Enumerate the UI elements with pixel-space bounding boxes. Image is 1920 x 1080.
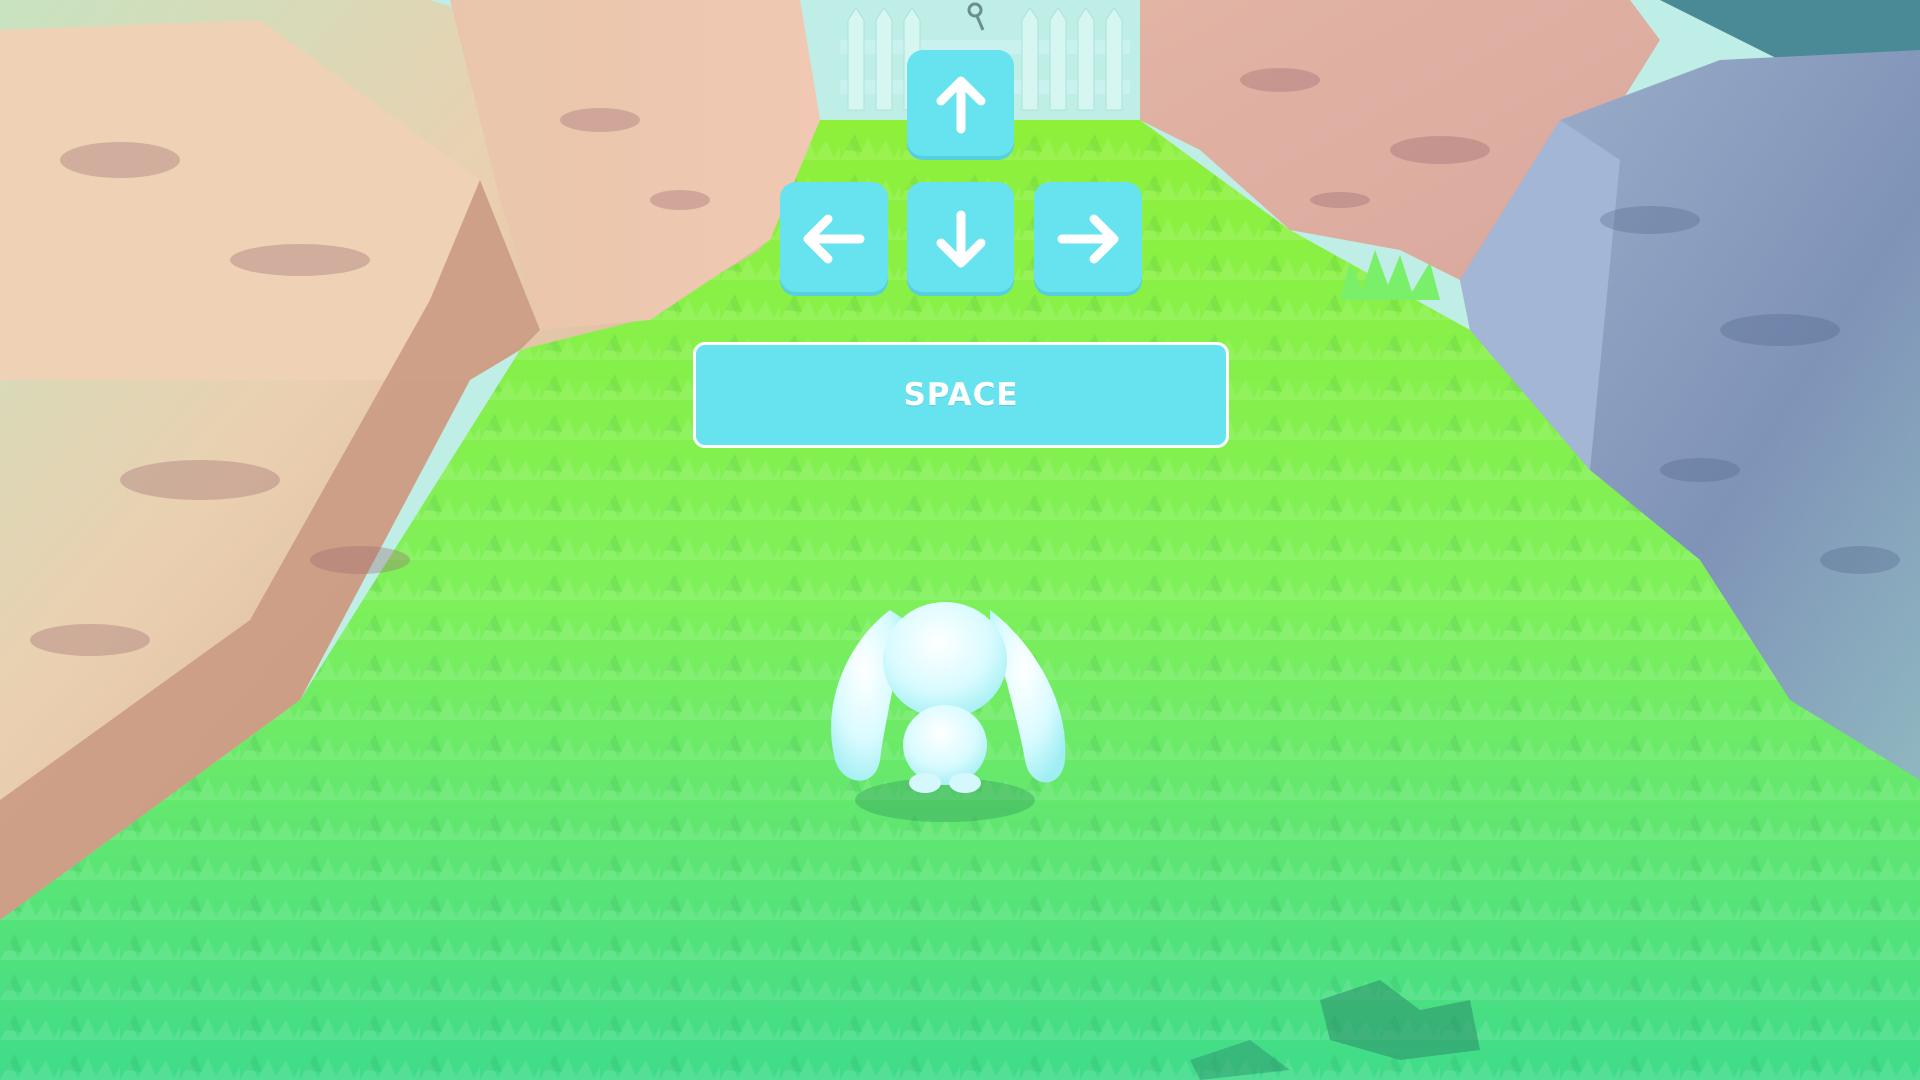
game-viewport[interactable]: SPACE (0, 0, 1920, 1080)
arrow-up-icon (936, 76, 985, 134)
space-key-label: SPACE (903, 377, 1019, 413)
arrow-right-icon (1057, 214, 1119, 264)
arrow-right-key[interactable] (1034, 182, 1142, 296)
arrow-up-key[interactable] (907, 50, 1014, 160)
space-key[interactable]: SPACE (693, 342, 1229, 448)
game-scene (0, 0, 1920, 1080)
arrow-left-icon (803, 214, 865, 264)
arrow-down-icon (936, 210, 985, 268)
arrow-left-key[interactable] (780, 182, 888, 296)
arrow-down-key[interactable] (907, 182, 1014, 296)
